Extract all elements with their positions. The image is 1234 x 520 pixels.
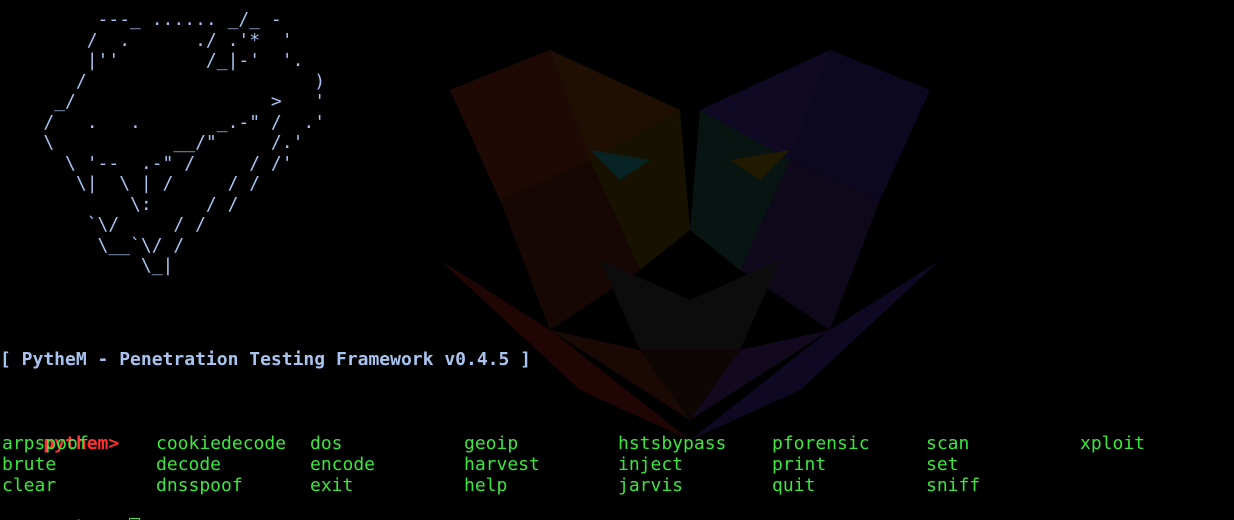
help-command-list: arpspoof cookiedecode dos geoip hstsbypa… <box>0 433 1234 496</box>
command-dos: dos <box>310 433 343 454</box>
command-xploit: xploit <box>1080 433 1146 454</box>
help-row: clear dnsspoof exit help jarvis quit sni… <box>0 475 1234 496</box>
command-set: set <box>926 454 959 475</box>
command-encode: encode <box>310 454 376 475</box>
command-harvest: harvest <box>464 454 540 475</box>
command-brute: brute <box>2 454 57 475</box>
command-help: help <box>464 475 508 496</box>
command-cookiedecode: cookiedecode <box>156 433 287 454</box>
command-dnsspoof: dnsspoof <box>156 475 243 496</box>
wolf-logo-icon <box>440 50 940 440</box>
command-geoip: geoip <box>464 433 519 454</box>
command-quit: quit <box>772 475 816 496</box>
command-scan: scan <box>926 433 970 454</box>
command-hstsbypass: hstsbypass <box>618 433 727 454</box>
command-jarvis: jarvis <box>618 475 684 496</box>
command-arpspoof: arpspoof <box>2 433 89 454</box>
prompt-line: pythem> <box>0 412 119 454</box>
command-pforensic: pforensic <box>772 433 870 454</box>
help-row: arpspoof cookiedecode dos geoip hstsbypa… <box>0 433 1234 454</box>
command-decode: decode <box>156 454 222 475</box>
command-sniff: sniff <box>926 475 981 496</box>
terminal-window[interactable]: ---_ ...... _/_ - / . ./ .'* ' |'' /_|-'… <box>0 0 1234 520</box>
command-inject: inject <box>618 454 684 475</box>
command-clear: clear <box>2 475 57 496</box>
command-print: print <box>772 454 827 475</box>
input-line[interactable]: pythem> <box>0 496 141 520</box>
command-exit: exit <box>310 475 354 496</box>
framework-title: [ PytheM - Penetration Testing Framework… <box>0 349 532 370</box>
ascii-art-banner: ---_ ...... _/_ - / . ./ .'* ' |'' /_|-'… <box>43 9 326 276</box>
help-row: brute decode encode harvest inject print… <box>0 454 1234 475</box>
